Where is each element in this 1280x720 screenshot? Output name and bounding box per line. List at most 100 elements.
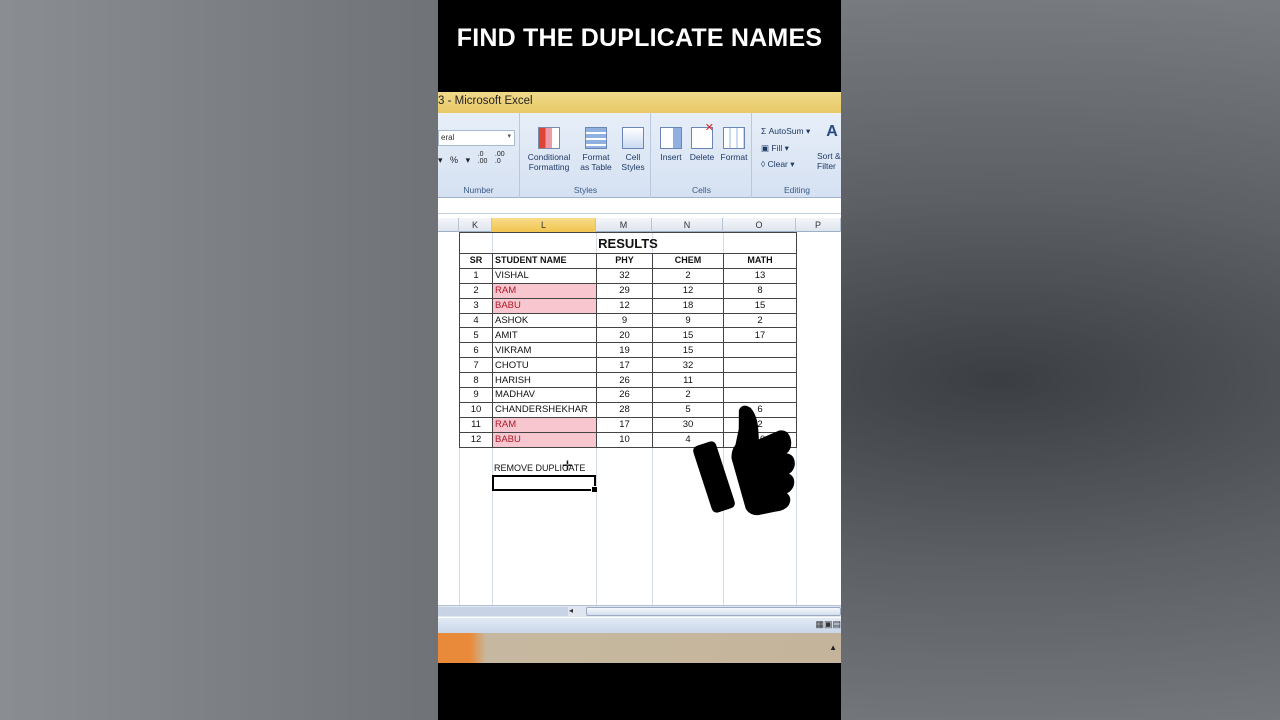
styles-group: Conditional Formatting Format as Table C… [521,113,651,198]
cell-math[interactable]: 17 [723,327,797,344]
column-header-l[interactable]: L [492,218,596,232]
format-as-table-button[interactable]: Format as Table [577,127,615,172]
insert-button[interactable]: Insert [656,127,686,163]
cell-student-name[interactable]: CHOTU [492,357,597,374]
column-header-k[interactable]: K [459,218,492,232]
chevron-up-icon[interactable]: ▲ [829,643,837,652]
clear-button[interactable]: ◊ Clear ▾ [761,159,795,170]
sort-filter-button[interactable]: A Sort & Filter [817,124,841,171]
delete-button[interactable]: Delete [687,124,717,163]
cell-chem[interactable]: 9 [652,312,724,329]
cell-student-name[interactable]: VISHAL [492,267,597,284]
cell-math[interactable]: 2 [723,312,797,329]
cell-sr[interactable]: 3 [459,297,493,314]
currency-dropdown-icon[interactable]: ▾ [438,155,443,166]
column-header-p[interactable]: P [796,218,841,232]
cell-phy[interactable]: 17 [596,416,653,433]
conditional-formatting-button[interactable]: Conditional Formatting [525,127,573,172]
cell-phy[interactable]: 10 [596,431,653,448]
cell-student-name[interactable]: AMIT [492,327,597,344]
fill-button[interactable]: ▣ Fill ▾ [761,143,789,154]
cell-phy[interactable]: 9 [596,312,653,329]
cell-chem[interactable]: 11 [652,372,724,389]
row-header-corner[interactable] [438,218,459,232]
formula-bar[interactable] [438,199,841,214]
header-phy[interactable]: PHY [596,253,653,269]
comma-dropdown-icon[interactable]: ▾ [466,155,471,166]
cell-phy[interactable]: 32 [596,267,653,284]
header-sr[interactable]: SR [459,253,493,269]
cell-student-name[interactable]: RAM [492,416,597,433]
cell-phy[interactable]: 29 [596,282,653,299]
percent-button[interactable]: % [450,155,458,165]
column-header-n[interactable]: N [652,218,723,232]
cell-student-name[interactable]: ASHOK [492,312,597,329]
cell-sr[interactable]: 4 [459,312,493,329]
cell-math[interactable]: 13 [723,267,797,284]
cell-phy[interactable]: 19 [596,342,653,359]
format-button[interactable]: Format [718,127,750,163]
number-group: eral ▾ ▾ % ▾ .0.00 .00.0 Number [438,113,520,198]
cell-student-name[interactable]: BABU [492,297,597,314]
cell-student-name[interactable]: RAM [492,282,597,299]
cell-phy[interactable]: 17 [596,357,653,374]
cell-chem[interactable]: 2 [652,267,724,284]
horizontal-scrollbar[interactable]: ◂ [438,605,841,617]
cell-sr[interactable]: 12 [459,431,493,448]
header-math[interactable]: MATH [723,253,797,269]
cell-phy[interactable]: 26 [596,387,653,403]
header-chem[interactable]: CHEM [652,253,724,269]
cells-group: Insert Delete Format Cells [652,113,752,198]
cell-chem[interactable]: 32 [652,357,724,374]
fill-icon: ▣ [761,143,772,153]
cell-sr[interactable]: 10 [459,401,493,418]
decrease-decimal-button[interactable]: .00.0 [495,151,505,165]
cell-chem[interactable]: 15 [652,342,724,359]
view-buttons-icon[interactable]: ▦▣▤ [815,619,841,630]
table-row: 4 ASHOK 9 9 2 [459,312,797,329]
cell-student-name[interactable]: VIKRAM [492,342,597,359]
cell-sr[interactable]: 6 [459,342,493,359]
cell-math[interactable] [723,357,797,374]
selected-cell[interactable] [492,475,598,493]
cell-phy[interactable]: 20 [596,327,653,344]
cell-math[interactable]: 8 [723,282,797,299]
cell-student-name[interactable]: BABU [492,431,597,448]
number-format-select[interactable]: eral ▾ [438,130,515,146]
cell-phy[interactable]: 12 [596,297,653,314]
cell-chem[interactable]: 15 [652,327,724,344]
cell-sr[interactable]: 11 [459,416,493,433]
format-as-table-label: Format as Table [580,152,612,172]
cell-student-name[interactable]: HARISH [492,372,597,389]
cell-math[interactable]: 15 [723,297,797,314]
cell-chem[interactable]: 2 [652,387,724,403]
cell-student-name[interactable]: MADHAV [492,387,597,403]
table-row: 3 BABU 12 18 15 [459,297,797,314]
cell-chem[interactable]: 18 [652,297,724,314]
cell-sr[interactable]: 9 [459,387,493,403]
header-student-name[interactable]: STUDENT NAME [492,253,597,269]
cell-sr[interactable]: 7 [459,357,493,374]
sheet-tabs-area[interactable] [438,607,568,616]
cell-phy[interactable]: 28 [596,401,653,418]
cell-phy[interactable]: 26 [596,372,653,389]
headline: FIND THE DUPLICATE NAMES [456,24,823,52]
scroll-left-icon[interactable]: ◂ [569,606,573,615]
table-title[interactable]: RESULTS [459,232,797,254]
cell-math[interactable] [723,342,797,359]
cell-math[interactable] [723,372,797,389]
cell-sr[interactable]: 2 [459,282,493,299]
table-header-row: SR STUDENT NAME PHY CHEM MATH [459,253,797,269]
increase-decimal-button[interactable]: .0.00 [478,151,488,165]
column-header-m[interactable]: M [596,218,652,232]
column-header-o[interactable]: O [723,218,796,232]
cell-sr[interactable]: 5 [459,327,493,344]
cell-student-name[interactable]: CHANDERSHEKHAR [492,401,597,418]
cell-sr[interactable]: 1 [459,267,493,284]
cell-math[interactable] [723,387,797,403]
autosum-button[interactable]: Σ AutoSum ▾ [761,126,810,137]
cell-styles-button[interactable]: Cell Styles [617,127,649,172]
cell-sr[interactable]: 8 [459,372,493,389]
cell-chem[interactable]: 12 [652,282,724,299]
scrollbar-thumb[interactable] [586,607,841,616]
